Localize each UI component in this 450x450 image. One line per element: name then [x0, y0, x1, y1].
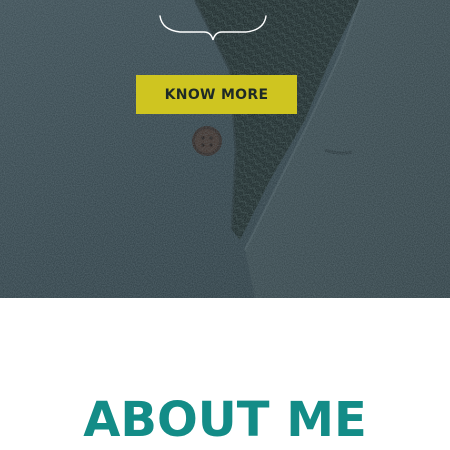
know-more-button[interactable]: KNOW MORE	[136, 75, 297, 114]
about-section: ABOUT ME	[0, 298, 450, 450]
hero-section: KNOW MORE	[0, 0, 450, 298]
hero-background-image	[0, 0, 450, 298]
curly-brace-divider-icon	[159, 15, 267, 41]
page: KNOW MORE ABOUT ME	[0, 0, 450, 450]
about-heading: ABOUT ME	[83, 392, 367, 448]
